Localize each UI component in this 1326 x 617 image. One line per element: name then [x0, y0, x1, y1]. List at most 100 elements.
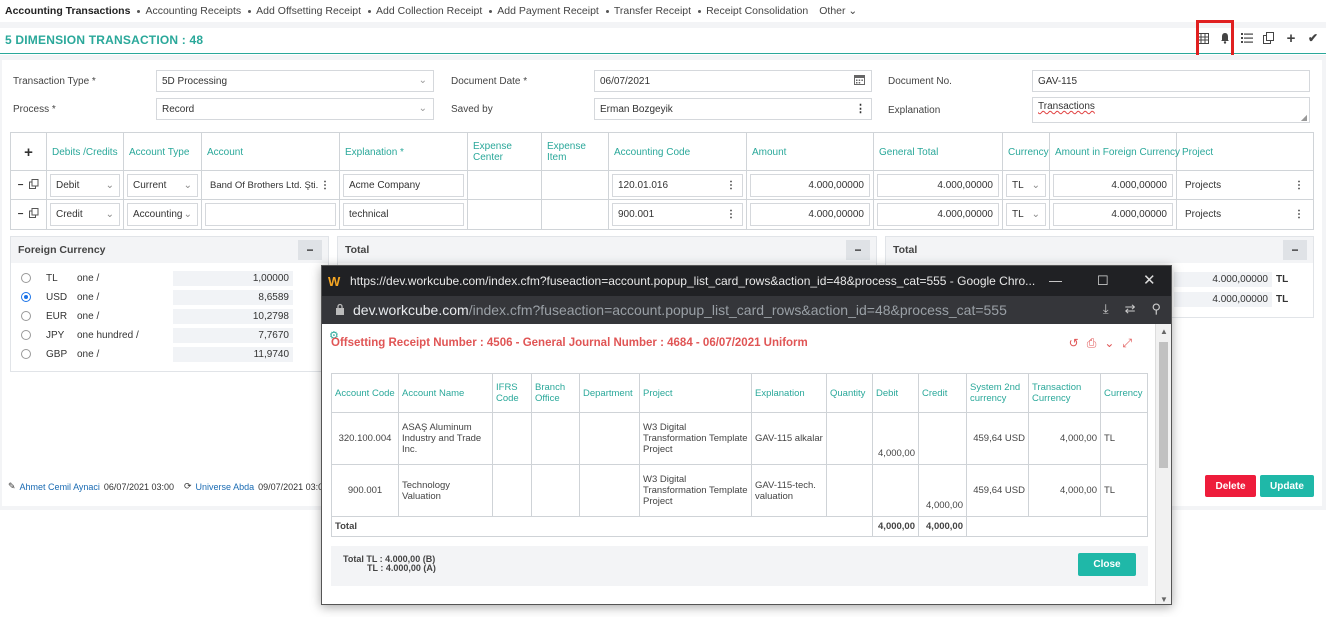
- delete-button[interactable]: Delete: [1205, 475, 1256, 497]
- header-explanation: Explanation *: [340, 133, 468, 171]
- nav-receipt-consolidation[interactable]: Receipt Consolidation: [706, 5, 808, 17]
- currency-rate-field[interactable]: 10,2798: [173, 309, 293, 324]
- maximize-icon[interactable]: ☐: [1097, 273, 1109, 289]
- dc-select[interactable]: Credit ⌄: [50, 203, 120, 226]
- explanation-textarea[interactable]: Transactions ◢: [1032, 97, 1310, 123]
- expense-center-cell[interactable]: [468, 171, 542, 200]
- translate-icon[interactable]: ⇄: [1125, 301, 1136, 317]
- saved-by-field[interactable]: Erman Bozgeyik ⋮: [594, 98, 872, 120]
- general-total-field[interactable]: 4.000,00000: [877, 174, 999, 197]
- popup-address-bar[interactable]: dev.workcube.com/index.cfm?fuseaction=ac…: [322, 296, 1171, 324]
- dc-select[interactable]: Debit ⌄: [50, 174, 120, 197]
- explanation-field[interactable]: Acme Company: [343, 174, 464, 197]
- document-date-field[interactable]: 06/07/2021: [594, 70, 872, 92]
- close-window-icon[interactable]: ✕: [1143, 271, 1156, 289]
- total-value: 4.000,00000: [1174, 292, 1272, 307]
- copy-row-icon[interactable]: [29, 208, 39, 221]
- creator-link[interactable]: Ahmet Cemil Aynaci: [20, 482, 100, 492]
- currency-row[interactable]: EUR one / 10,2798: [11, 307, 328, 326]
- currency-radio[interactable]: [21, 311, 31, 321]
- collapse-button[interactable]: −: [298, 240, 322, 260]
- currency-radio[interactable]: [21, 292, 31, 302]
- kebab-menu-icon[interactable]: ⋮: [320, 180, 330, 191]
- list-icon[interactable]: [1240, 31, 1254, 45]
- kebab-menu-icon[interactable]: ⋮: [726, 180, 736, 191]
- account-type-select[interactable]: Accounting ⌄: [127, 203, 198, 226]
- scroll-thumb[interactable]: [1159, 342, 1168, 468]
- currency-select[interactable]: TL ⌄: [1006, 203, 1046, 226]
- amount-field[interactable]: 4.000,00000: [750, 203, 870, 226]
- transaction-type-select[interactable]: 5D Processing ⌄: [156, 70, 434, 92]
- expense-center-cell[interactable]: [468, 200, 542, 229]
- currency-rate-field[interactable]: 11,9740: [173, 347, 293, 362]
- nav-transfer-receipt[interactable]: Transfer Receipt: [614, 5, 691, 17]
- receipt-rows-table: Account Code Account Name IFRS Code Bran…: [331, 373, 1148, 537]
- add-row-button[interactable]: +: [11, 133, 47, 171]
- currency-radio[interactable]: [21, 349, 31, 359]
- pencil-icon: ✎: [8, 481, 16, 491]
- chevron-down-icon[interactable]: ⌄: [1104, 336, 1114, 351]
- kebab-menu-icon[interactable]: ⋮: [1294, 209, 1304, 220]
- resize-handle-icon[interactable]: ◢: [1301, 113, 1307, 122]
- collapse-button[interactable]: −: [846, 240, 870, 260]
- general-total-field[interactable]: 4.000,00000: [877, 203, 999, 226]
- scroll-up-icon[interactable]: ▲: [1160, 327, 1168, 336]
- nav-add-offsetting-receipt[interactable]: Add Offsetting Receipt: [256, 5, 361, 17]
- currency-row[interactable]: JPY one hundred / 7,7670: [11, 326, 328, 345]
- expand-icon[interactable]: ⤢: [1122, 336, 1132, 351]
- download-icon[interactable]: ⤓: [1103, 301, 1109, 317]
- expense-item-cell[interactable]: [542, 171, 609, 200]
- minimize-icon[interactable]: —: [1049, 273, 1062, 288]
- amount-foreign-field[interactable]: 4.000,00000: [1053, 203, 1173, 226]
- amount-foreign-field[interactable]: 4.000,00000: [1053, 174, 1173, 197]
- nav-accounting-transactions[interactable]: Accounting Transactions: [5, 5, 130, 17]
- history-icon[interactable]: ↺: [1069, 336, 1079, 351]
- currency-row[interactable]: TL one / 1,00000: [11, 269, 328, 288]
- nav-other-menu[interactable]: Other ⌄: [819, 5, 857, 17]
- currency-row[interactable]: USD one / 8,6589: [11, 288, 328, 307]
- copy-row-icon[interactable]: [29, 179, 39, 192]
- title-bar: 5 DIMENSION TRANSACTION : 48 + ✔: [0, 28, 1326, 54]
- amount-field[interactable]: 4.000,00000: [750, 174, 870, 197]
- account-field[interactable]: Band Of Brothers Ltd. Şti. ⋮: [205, 174, 336, 197]
- receipt-summary: Total TL : 4.000,00 (B) TL : 4.000,00 (A…: [343, 554, 436, 573]
- updater-link[interactable]: Universe Abda: [196, 482, 255, 492]
- popup-scrollbar[interactable]: ▲ ▼: [1155, 324, 1171, 604]
- scroll-down-icon[interactable]: ▼: [1160, 595, 1168, 604]
- expense-item-cell[interactable]: [542, 200, 609, 229]
- accounting-code-field[interactable]: 900.001 ⋮: [612, 203, 743, 226]
- explanation-field[interactable]: technical: [343, 203, 464, 226]
- project-field[interactable]: Projects ⋮: [1180, 174, 1310, 197]
- zoom-icon[interactable]: ⚲: [1151, 301, 1161, 317]
- header-amount: Amount: [747, 133, 874, 171]
- nav-add-payment-receipt[interactable]: Add Payment Receipt: [497, 5, 599, 17]
- kebab-menu-icon[interactable]: ⋮: [1294, 180, 1304, 191]
- currency-rate-field[interactable]: 7,7670: [173, 328, 293, 343]
- currency-radio[interactable]: [21, 273, 31, 283]
- currency-radio[interactable]: [21, 330, 31, 340]
- calendar-icon[interactable]: [854, 74, 865, 88]
- account-type-select[interactable]: Current ⌄: [127, 174, 198, 197]
- kebab-menu-icon[interactable]: ⋮: [726, 209, 736, 220]
- document-no-field[interactable]: GAV-115: [1032, 70, 1310, 92]
- accounting-code-field[interactable]: 120.01.016 ⋮: [612, 174, 743, 197]
- check-icon[interactable]: ✔: [1306, 31, 1320, 45]
- account-field[interactable]: [205, 203, 336, 226]
- process-select[interactable]: Record ⌄: [156, 98, 434, 120]
- currency-row[interactable]: GBP one / 11,9740: [11, 345, 328, 364]
- close-button[interactable]: Close: [1078, 553, 1136, 576]
- update-button[interactable]: Update: [1260, 475, 1314, 497]
- nav-accounting-receipts[interactable]: Accounting Receipts: [145, 5, 241, 17]
- currency-rate-field[interactable]: 8,6589: [173, 290, 293, 305]
- kebab-menu-icon[interactable]: ⋮: [855, 102, 866, 115]
- nav-add-collection-receipt[interactable]: Add Collection Receipt: [376, 5, 482, 17]
- plus-icon[interactable]: +: [1284, 30, 1298, 47]
- remove-row-icon[interactable]: −: [18, 209, 24, 220]
- collapse-button[interactable]: −: [1283, 240, 1307, 260]
- remove-row-icon[interactable]: −: [18, 180, 24, 191]
- currency-rate-field[interactable]: 1,00000: [173, 271, 293, 286]
- project-field[interactable]: Projects ⋮: [1180, 203, 1310, 226]
- currency-select[interactable]: TL ⌄: [1006, 174, 1046, 197]
- print-icon[interactable]: ⎙: [1087, 336, 1097, 351]
- copy-icon[interactable]: [1262, 31, 1276, 45]
